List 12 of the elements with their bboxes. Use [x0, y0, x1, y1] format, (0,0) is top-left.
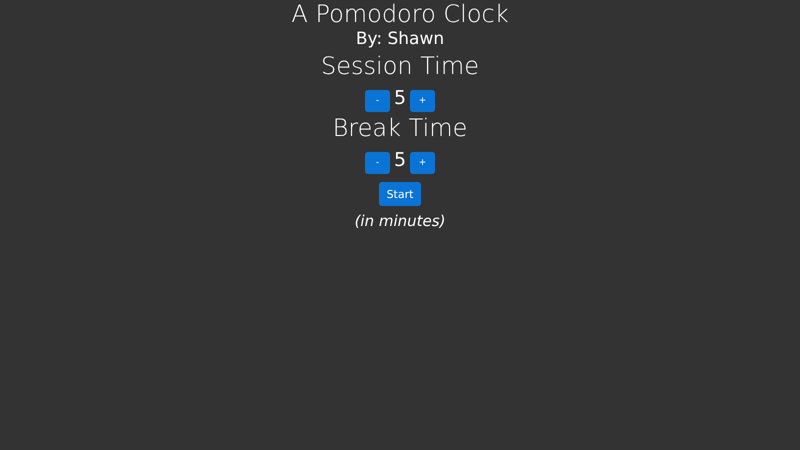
decrement-button[interactable]: - [364, 90, 390, 112]
increment-button[interactable]: + [410, 90, 436, 112]
start-button[interactable]: Start [378, 182, 422, 206]
setting-value: 5 [394, 87, 406, 109]
app-title: A Pomodoro Clock [291, 0, 509, 28]
setting-label: Session Time [321, 52, 479, 80]
author-text: By: Shawn [356, 28, 444, 50]
units-note: (in minutes) [354, 212, 446, 230]
increment-button[interactable]: + [410, 152, 436, 174]
decrement-button[interactable]: - [364, 152, 390, 174]
setting-label: Break Time [332, 114, 468, 142]
setting-value: 5 [394, 149, 406, 171]
